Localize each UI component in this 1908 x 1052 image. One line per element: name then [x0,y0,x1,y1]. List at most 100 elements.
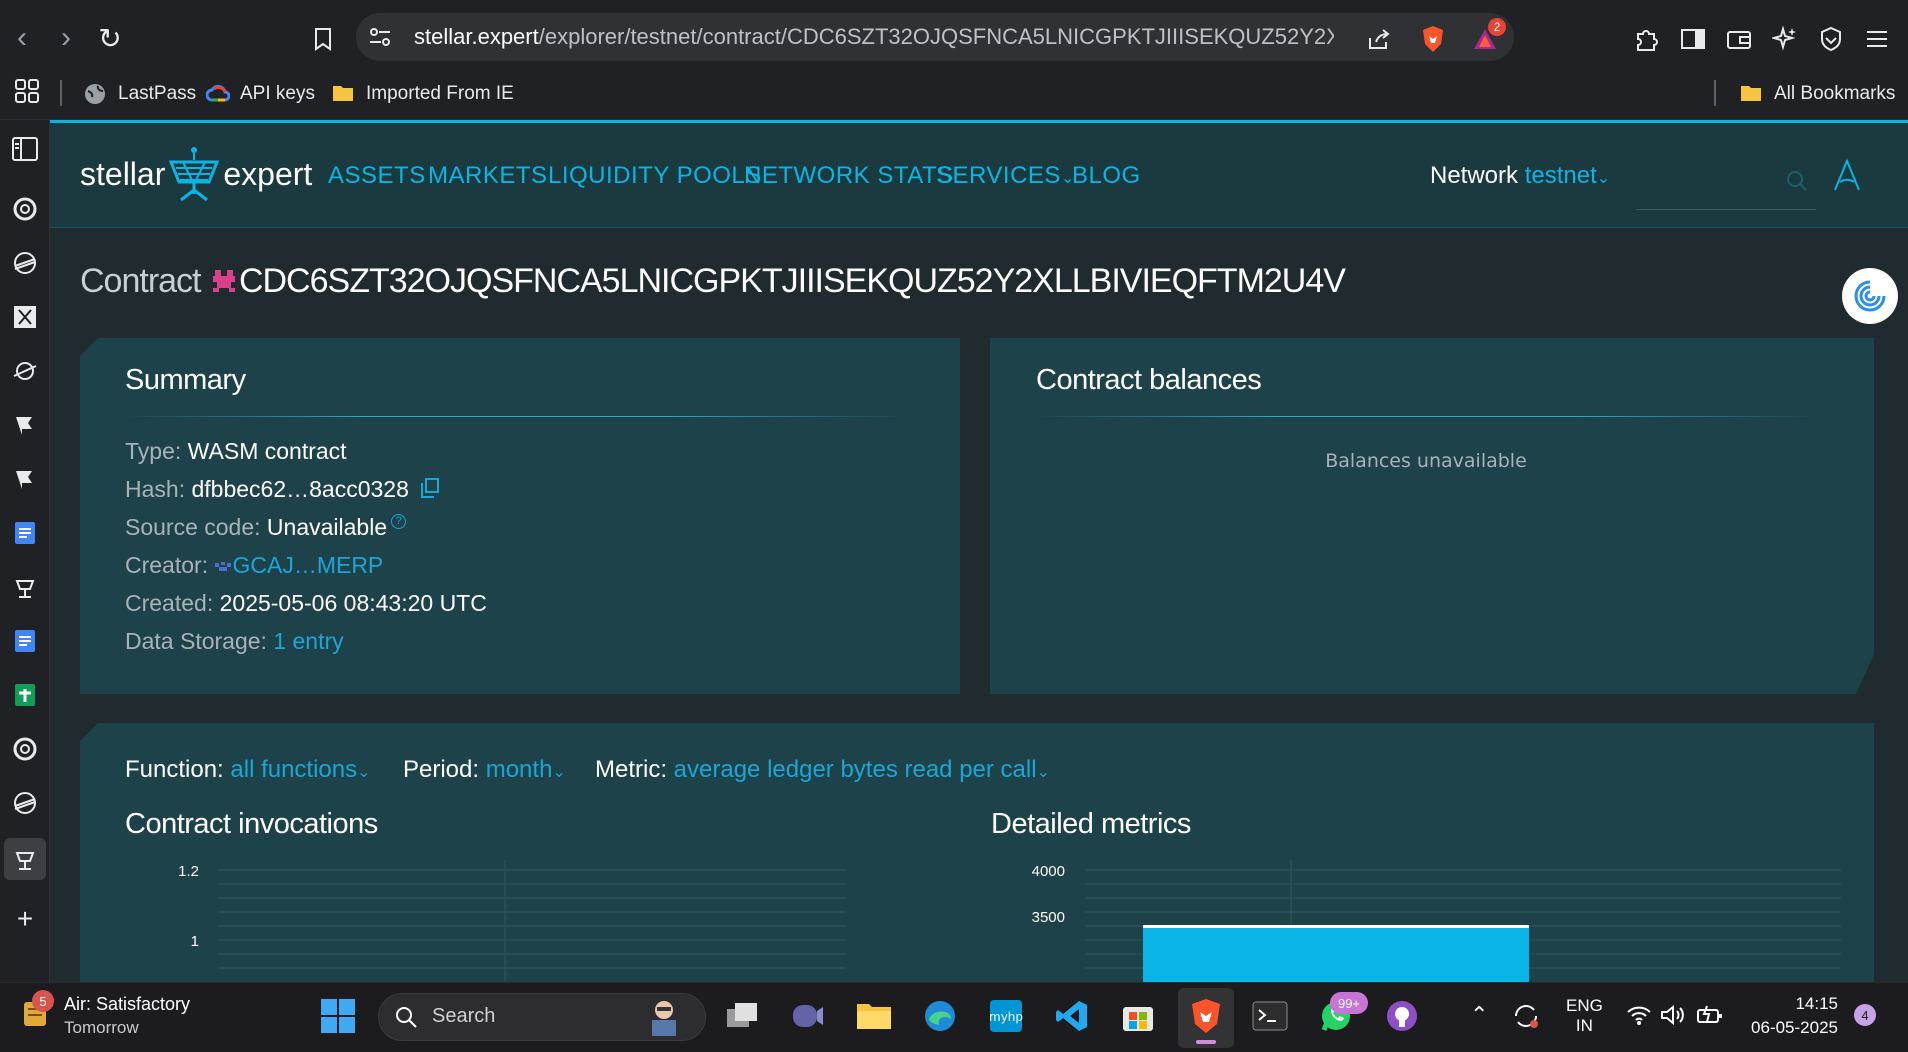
weather-subtitle: Tomorrow [64,1018,139,1037]
edge-browser-icon[interactable] [918,994,962,1038]
contract-id[interactable]: CDC6SZT32OJQSFNCA5LNICGPKTJIIISEKQUZ52Y2… [239,262,1346,300]
logo-text-right: expert [223,155,313,192]
teams-meet-icon[interactable] [786,994,830,1038]
copy-icon[interactable] [421,477,440,504]
forward-button[interactable]: › [48,20,84,56]
show-hidden-icons-chevron[interactable]: ⌃ [1470,1002,1488,1028]
active-app-indicator [1196,1040,1216,1044]
invocations-chart: 1.21 [178,860,845,982]
summary-title: Summary [125,364,246,396]
stellar-icon[interactable] [6,244,44,282]
assistant-floating-button[interactable] [1842,268,1898,324]
y-tick-label: 3500 [1032,909,1065,926]
volume-icon[interactable] [1660,1004,1686,1026]
globe-icon [84,83,106,105]
google-docs-icon[interactable] [6,514,44,552]
sidebar-panel-icon[interactable] [6,130,44,168]
stellar-icon[interactable] [6,352,44,390]
x-icon[interactable] [6,298,44,336]
weather-badge: 5 [32,990,54,1012]
wallet-icon[interactable] [1722,22,1756,56]
search-icon [394,1005,418,1029]
apps-grid-icon[interactable] [14,78,40,104]
svg-text:myhp: myhp [989,1010,1023,1024]
notification-center-badge[interactable]: 4 [1854,1004,1876,1026]
page-title: Contract CDC6SZT32OJQSFNCA5LNICGPKTJIIIS… [80,262,1346,303]
task-view-icon[interactable] [720,994,764,1038]
help-icon[interactable]: ? [391,514,407,529]
add-panel-icon[interactable]: + [6,900,44,938]
site-info-icon[interactable] [368,26,392,48]
chatgpt-icon[interactable] [6,190,44,228]
clock-time[interactable]: 14:15 [1748,994,1838,1014]
clock-date[interactable]: 06-05-2025 [1740,1018,1838,1038]
google-sheets-icon[interactable] [6,676,44,714]
weather-title[interactable]: Air: Satisfactory [64,994,190,1015]
nav-markets[interactable]: MARKETS [428,162,548,190]
invocations-chart-title: Contract invocations [125,808,378,840]
file-explorer-icon[interactable] [852,994,896,1038]
wifi-icon[interactable] [1626,1004,1652,1026]
sync-icon[interactable] [1512,1002,1540,1030]
flag-icon[interactable] [6,460,44,498]
notification-badge: 2 [1488,18,1506,36]
bookmark-imported-from-ie[interactable]: Imported From IE [332,78,514,110]
stellar-expert-icon[interactable] [4,838,46,880]
language-indicator[interactable]: ENG IN [1566,996,1603,1036]
myhp-icon[interactable]: myhp [984,994,1028,1038]
search-icon[interactable] [1786,170,1808,192]
creator-link[interactable]: GCAJ…MERP [232,552,383,578]
google-docs-icon[interactable] [6,622,44,660]
folder-icon [332,83,354,105]
reload-button[interactable]: ↻ [92,20,128,56]
brave-browser-icon[interactable] [1184,994,1228,1038]
leo-ai-icon[interactable] [1768,22,1802,56]
detailed-metrics-title: Detailed metrics [991,808,1191,840]
chevron-down-icon: ⌄ [1036,764,1050,781]
nav-services[interactable]: SERVICES⌄ [936,162,1075,190]
stellar-expert-logo[interactable]: stellar expert [80,146,312,202]
metric-filter[interactable]: Metric: average ledger bytes read per ca… [595,756,1050,784]
battery-icon[interactable] [1696,1004,1724,1026]
vscode-icon[interactable] [1050,994,1094,1038]
network-selector[interactable]: Network testnet⌄ [1430,162,1610,190]
back-button[interactable]: ‹ [4,20,40,56]
menu-icon[interactable] [1860,22,1894,56]
bookmark-lastpass[interactable]: LastPass [84,78,196,110]
bookmarks-divider [60,80,62,106]
microsoft-store-icon[interactable] [1116,994,1160,1038]
bookmark-api-keys[interactable]: API keys [206,78,315,110]
nav-network-stats[interactable]: NETWORK STATS [744,162,954,190]
y-tick-label: 1.2 [178,863,199,880]
all-bookmarks[interactable]: All Bookmarks [1740,78,1895,110]
share-icon[interactable] [1362,22,1396,56]
nav-assets[interactable]: ASSETS [328,162,426,190]
stellar-icon[interactable] [6,784,44,822]
summary-divider [125,416,905,417]
sidebar-toggle-icon[interactable] [1676,22,1710,56]
stellar-expert-icon[interactable] [6,568,44,606]
contract-identicon [211,264,237,303]
spiral-icon [1854,280,1886,312]
chatgpt-icon[interactable] [6,730,44,768]
whatsapp-badge: 99+ [1330,992,1368,1014]
bookmark-icon[interactable] [306,22,340,56]
windows-start-icon[interactable] [316,994,360,1038]
balances-divider [1036,416,1816,417]
hash-value: dfbbec62…8acc0328 [191,476,409,502]
summary-type-row: Type: WASM contract [125,438,347,464]
bookmarks-divider [1714,80,1716,106]
login-icon[interactable] [1832,158,1862,192]
vpn-shield-icon[interactable] [1814,22,1848,56]
extensions-icon[interactable] [1630,22,1664,56]
data-storage-link[interactable]: 1 entry [273,628,343,654]
nav-blog[interactable]: BLOG [1072,162,1141,190]
brave-shields-icon[interactable] [1416,22,1450,56]
period-filter[interactable]: Period: month⌄ [403,756,566,784]
terminal-icon[interactable] [1248,994,1292,1038]
flag-icon[interactable] [6,406,44,444]
nav-liquidity-pools[interactable]: LIQUIDITY POOLS [548,162,762,190]
summary-source-row: Source code: Unavailable? [125,514,407,541]
function-filter[interactable]: Function: all functions⌄ [125,756,371,784]
github-desktop-icon[interactable] [1380,994,1424,1038]
